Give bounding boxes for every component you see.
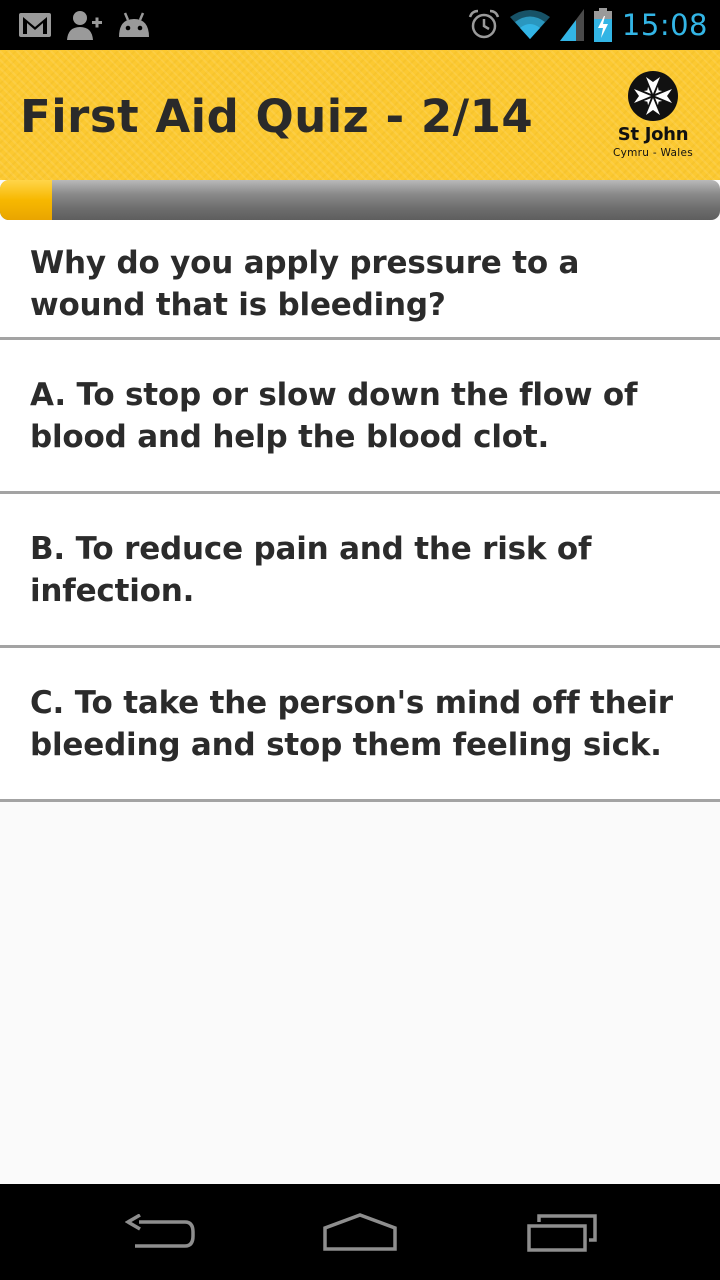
system-nav-bar: [0, 1184, 720, 1280]
status-bar: 15:08: [0, 0, 720, 50]
android-icon: [119, 12, 149, 37]
progress-track: [0, 180, 720, 220]
question-text: Why do you apply pressure to a wound tha…: [30, 245, 580, 323]
clock-time: 15:08: [621, 8, 708, 42]
question-card: Why do you apply pressure to a wound tha…: [0, 220, 720, 340]
signal-icon: [559, 9, 584, 41]
home-icon: [323, 1213, 397, 1251]
gmail-icon: [19, 13, 51, 37]
recent-apps-icon: [527, 1214, 597, 1252]
battery-charging-icon: [593, 8, 612, 42]
answer-option-a[interactable]: A. To stop or slow down the flow of bloo…: [0, 340, 720, 494]
answer-option-c[interactable]: C. To take the person's mind off their b…: [0, 648, 720, 802]
recent-apps-button[interactable]: [493, 1184, 633, 1280]
maltese-cross-icon: [628, 71, 678, 121]
logo-subtitle: Cymru - Wales: [612, 147, 694, 159]
home-button[interactable]: [290, 1184, 430, 1280]
st-john-logo: St John Cymru - Wales: [603, 70, 703, 166]
add-contact-icon: [67, 11, 102, 40]
answer-option-text: C. To take the person's mind off their b…: [30, 685, 673, 763]
logo-name: St John: [617, 124, 689, 145]
answer-option-text: B. To reduce pain and the risk of infect…: [30, 531, 592, 609]
quiz-content: Why do you apply pressure to a wound tha…: [0, 220, 720, 802]
quiz-progress-bar: [0, 180, 720, 220]
answer-option-b[interactable]: B. To reduce pain and the risk of infect…: [0, 494, 720, 648]
back-icon: [125, 1214, 195, 1248]
wifi-icon: [509, 10, 550, 39]
answer-option-text: A. To stop or slow down the flow of bloo…: [30, 377, 638, 455]
page-title: First Aid Quiz - 2/14: [20, 90, 534, 143]
progress-fill: [0, 180, 52, 220]
back-button[interactable]: [90, 1184, 230, 1280]
alarm-icon: [468, 9, 500, 39]
app-header: First Aid Quiz - 2/14 St John Cymru - Wa…: [0, 50, 720, 180]
